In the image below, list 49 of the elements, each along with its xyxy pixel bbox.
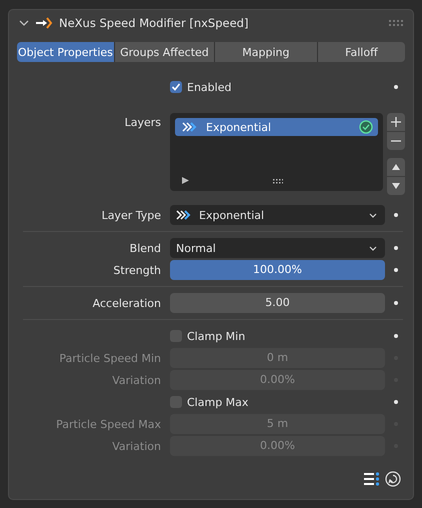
keyframe-dot-icon[interactable] [394,246,398,250]
resize-grip-icon[interactable] [273,179,283,184]
dropdown[interactable]: Normal [170,238,385,258]
field-label: Variation [111,440,162,452]
tab[interactable]: Groups Affected [114,42,215,62]
keyframe-dot-icon[interactable] [394,85,398,89]
checkbox[interactable] [170,81,182,93]
field-label: Acceleration [92,296,162,310]
checkbox-label: Clamp Max [187,396,248,408]
check-circle-icon[interactable] [359,120,373,134]
chevrons-icon [176,210,192,220]
checkbox-label: Clamp Min [187,330,246,342]
keyframe-dot-icon[interactable] [394,213,398,217]
down-triangle-icon [391,182,401,190]
remove-button[interactable] [387,132,405,150]
keyframe-dot-icon[interactable] [394,400,398,404]
keyframe-dot-icon[interactable] [394,334,398,338]
plus-icon [391,117,401,127]
caret-icon [369,212,377,218]
list-item[interactable]: Exponential [175,118,378,136]
move-up-button[interactable] [387,158,405,176]
field-label: Layer Type [100,208,162,222]
chevrons-icon [182,122,198,132]
move-down-button[interactable] [387,177,405,195]
caret-icon [369,246,377,250]
list-settings-icon[interactable] [364,472,380,486]
field-label: Layers [124,115,162,129]
tab[interactable]: Object Properties [17,42,115,62]
checkbox-label: Enabled [187,80,232,94]
panel-title: NeXus Speed Modifier [nxSpeed] [59,16,250,30]
field-label: Variation [111,374,162,386]
collapse-chevron-icon[interactable] [19,18,29,28]
keyframe-dot-icon[interactable] [394,268,398,272]
field-label: Blend [128,242,162,254]
strength-slider[interactable]: 100.00% [170,260,385,280]
field-label: Particle Speed Min [58,352,162,364]
refresh-icon[interactable] [385,471,401,487]
drag-handle-icon[interactable] [389,20,403,26]
field-label: Particle Speed Max [55,418,162,430]
tab[interactable]: Falloff [318,42,405,62]
keyframe-dot-icon[interactable] [394,301,398,305]
number-field[interactable]: 5.00 [170,293,385,313]
add-button[interactable] [387,113,405,131]
modifier-icon [35,17,53,29]
field-label: Strength [112,264,162,276]
tab[interactable]: Mapping [214,42,318,62]
expand-triangle-icon[interactable] [182,177,189,184]
up-triangle-icon [391,163,401,171]
dropdown[interactable]: Exponential [170,205,385,225]
